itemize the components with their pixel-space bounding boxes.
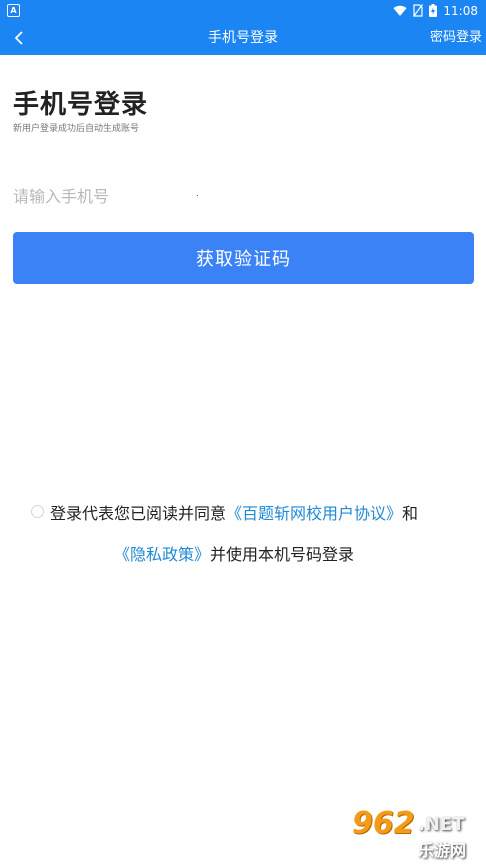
battery-charging-icon [429, 4, 438, 17]
user-agreement-link[interactable]: 《百题斩网校用户协议》 [226, 504, 402, 523]
watermark-site-name: 乐游网 [418, 841, 467, 860]
agreement-and: 和 [402, 504, 419, 523]
agreement-suffix: 并使用本机号码登录 [210, 545, 355, 564]
agreement-checkbox[interactable] [31, 505, 44, 518]
no-sim-icon [413, 4, 424, 17]
page-subtitle: 新用户登录成功后自动生成账号 [13, 124, 140, 134]
app-bar: 手机号登录 密码登录 [0, 21, 486, 55]
agreement-text-line2: 《隐私政策》并使用本机号码登录 [114, 541, 354, 565]
app-notification-icon: A [7, 4, 20, 17]
phone-number-input[interactable] [13, 180, 313, 212]
text-cursor [197, 195, 198, 196]
watermark-net: .NET [418, 814, 465, 835]
password-login-link[interactable]: 密码登录 [430, 21, 482, 55]
status-bar: A 11:08 [0, 0, 486, 21]
get-verification-code-button[interactable]: 获取验证码 [13, 232, 474, 284]
page-title: 手机号登录 [13, 90, 149, 120]
agreement-prefix: 登录代表您已阅读并同意 [50, 504, 227, 523]
clock: 11:08 [443, 3, 478, 18]
watermark-number: 962 [352, 806, 415, 841]
agreement-text-line1: 登录代表您已阅读并同意《百题斩网校用户协议》和 [50, 500, 418, 524]
wifi-icon [393, 5, 407, 16]
privacy-policy-link[interactable]: 《隐私政策》 [114, 545, 210, 564]
app-bar-title: 手机号登录 [208, 30, 278, 46]
site-watermark-logo: 962 .NET 乐游网 [348, 806, 482, 862]
status-icons: 11:08 [393, 2, 478, 19]
